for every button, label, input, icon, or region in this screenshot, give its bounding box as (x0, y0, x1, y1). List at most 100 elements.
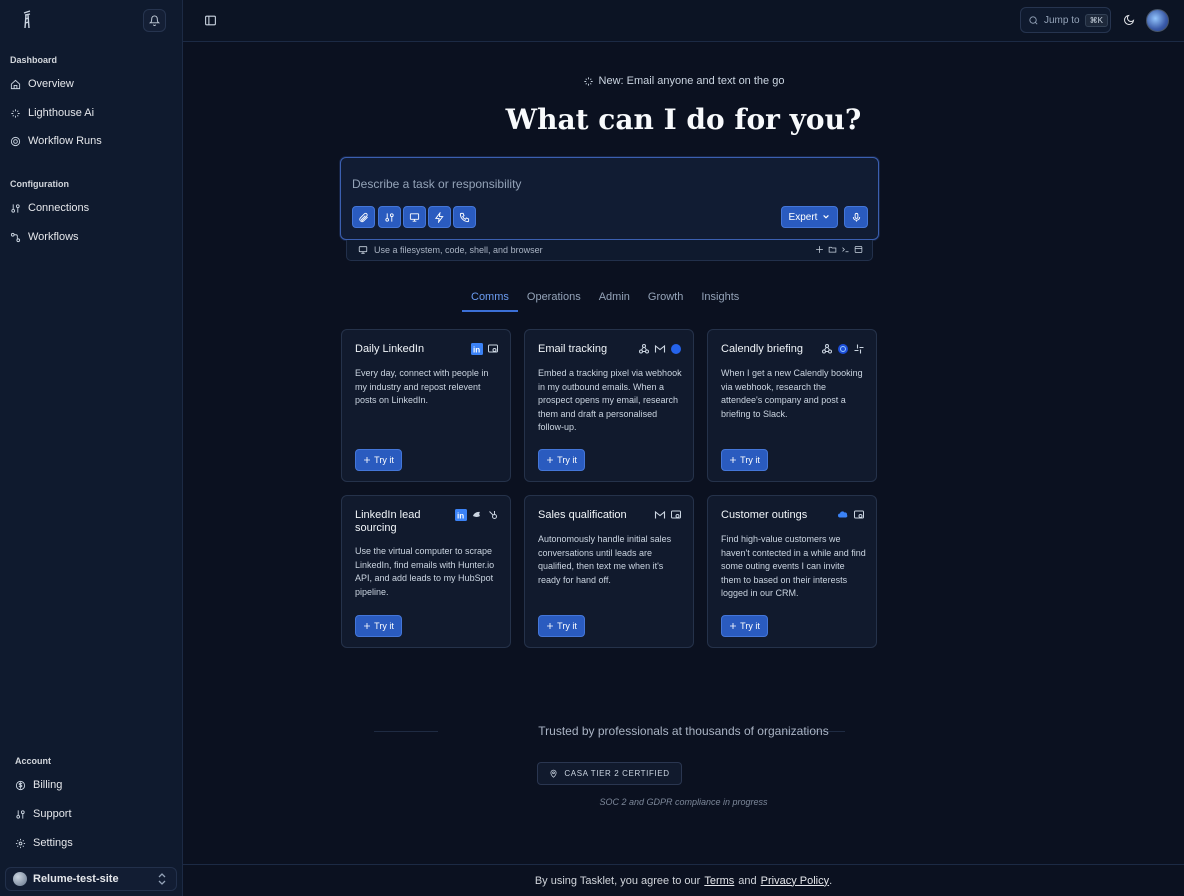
capability-bar[interactable]: Use a filesystem, code, shell, and brows… (346, 240, 873, 261)
section-label-configuration: Configuration (10, 179, 69, 189)
attach-button[interactable] (352, 206, 375, 228)
computer-icon (671, 510, 681, 519)
try-it-button[interactable]: Try it (355, 615, 402, 637)
sidebar-item-label: Workflow Runs (28, 135, 102, 147)
template-card[interactable]: Daily LinkedIn in Every day, connect wit… (341, 329, 511, 482)
card-description: Find high-value customers we haven't con… (721, 534, 866, 599)
page-title: What can I do for you? (505, 103, 862, 136)
linkedin-icon: in (471, 343, 483, 355)
sidebar-item-label: Overview (28, 78, 74, 90)
tab-admin[interactable]: Admin (590, 289, 639, 312)
jump-to-button[interactable]: Jump to ⌘K (1020, 7, 1111, 33)
card-title: LinkedIn lead sourcing (355, 509, 421, 534)
capability-text: Use a filesystem, code, shell, and brows… (374, 245, 543, 255)
triggers-button[interactable] (428, 206, 451, 228)
try-it-button[interactable]: Try it (721, 615, 768, 637)
try-it-button[interactable]: Try it (355, 449, 402, 471)
location-pin-icon (550, 769, 557, 778)
linkedin-icon: in (455, 509, 467, 521)
voice-input-button[interactable] (844, 206, 868, 228)
slack-icon (854, 344, 864, 354)
trusted-text: Trusted by professionals at thousands of… (538, 724, 829, 738)
sidebar-item-label: Billing (33, 779, 63, 791)
webhook-icon (639, 344, 649, 354)
sparkles-icon (11, 108, 20, 118)
computer-button[interactable] (403, 206, 426, 228)
microphone-icon (852, 212, 860, 222)
section-label-dashboard: Dashboard (10, 55, 58, 65)
tab-operations[interactable]: Operations (518, 289, 590, 312)
tab-growth[interactable]: Growth (639, 289, 692, 312)
sparkles-icon (730, 457, 737, 463)
card-title: Customer outings (721, 509, 808, 521)
card-description: Every day, connect with people in my ind… (355, 368, 489, 406)
phone-button[interactable] (453, 206, 476, 228)
sidebar-item-label: Support (33, 808, 72, 820)
tab-comms[interactable]: Comms (462, 289, 518, 312)
template-card[interactable]: LinkedIn lead sourcing in Use the virtua… (341, 495, 511, 648)
section-label-account: Account (15, 756, 51, 766)
notifications-button[interactable] (143, 9, 166, 32)
template-card[interactable]: Customer outings Find high-value custome… (707, 495, 877, 648)
template-card[interactable]: Sales qualification Autonomously handle … (524, 495, 694, 648)
sidebar-panel-icon (205, 15, 216, 26)
user-avatar[interactable] (1146, 9, 1169, 32)
sidebar-item-billing[interactable]: Billing (15, 774, 175, 796)
card-description: Embed a tracking pixel via webhook in my… (538, 368, 682, 433)
sidebar-item-overview[interactable]: Overview (10, 73, 170, 95)
calendly-icon (838, 344, 848, 354)
button-label: Try it (740, 455, 760, 465)
gear-icon (15, 838, 26, 848)
sidebar-item-workflow-runs[interactable]: Workflow Runs (10, 130, 170, 152)
try-it-button[interactable]: Try it (721, 449, 768, 471)
sidebar-item-workflows[interactable]: Workflows (10, 226, 170, 248)
hubspot-icon (489, 511, 497, 519)
sidebar-item-label: Workflows (28, 231, 79, 243)
button-label: Try it (374, 621, 394, 631)
footer-prefix: By using Tasklet, you agree to our (534, 874, 701, 887)
lighthouse-logo-icon[interactable] (16, 9, 38, 31)
template-card[interactable]: Calendly briefing When I get a new Calen… (707, 329, 877, 482)
svg-text:in: in (457, 512, 464, 521)
phone-icon (459, 212, 470, 222)
sidebar-item-support[interactable]: Support (15, 803, 175, 825)
sidebar-item-settings[interactable]: Settings (15, 832, 175, 854)
workflow-icon (10, 232, 21, 242)
announcement-banner[interactable]: New: Email anyone and text on the go (183, 75, 1184, 87)
footer: By using Tasklet, you agree to our Terms… (183, 864, 1184, 896)
terms-link[interactable]: Terms (704, 875, 734, 887)
task-composer: Expert (340, 157, 879, 240)
sparkles-icon (816, 246, 823, 253)
moon-icon (1124, 14, 1135, 25)
sidebar-item-label: Lighthouse Ai (28, 107, 95, 119)
paperclip-icon (359, 212, 368, 222)
mode-select[interactable]: Expert (781, 206, 838, 228)
salesforce-icon (838, 511, 848, 518)
card-title: Sales qualification (538, 509, 627, 521)
card-description: Use the virtual computer to scrape Linke… (355, 546, 495, 597)
integrations-button[interactable] (378, 206, 401, 228)
workspace-switcher[interactable]: Relume-test-site (5, 867, 177, 891)
task-input[interactable] (352, 177, 852, 191)
sparkles-icon (364, 623, 371, 629)
sidebar-item-lighthouse-ai[interactable]: Lighthouse Ai (10, 102, 170, 124)
sidebar-toggle-button[interactable] (204, 14, 217, 27)
tab-insights[interactable]: Insights (692, 289, 748, 312)
card-description: Autonomously handle initial sales conver… (538, 534, 672, 585)
sidebar-item-connections[interactable]: Connections (10, 197, 170, 219)
support-icon (16, 809, 25, 819)
top-bar: Jump to ⌘K (183, 0, 1184, 42)
try-it-button[interactable]: Try it (538, 449, 585, 471)
lightning-icon (434, 211, 444, 223)
sparkles-icon (547, 623, 554, 629)
sidebar: Dashboard Overview Lighthouse Ai Workflo… (0, 0, 183, 896)
jump-to-label: Jump to (1044, 14, 1080, 26)
template-card[interactable]: Email tracking Embed a tracking pixel vi… (524, 329, 694, 482)
privacy-policy-link[interactable]: Privacy Policy (761, 875, 829, 887)
sidebar-item-label: Connections (28, 202, 90, 214)
theme-toggle-button[interactable] (1123, 14, 1135, 26)
try-it-button[interactable]: Try it (538, 615, 585, 637)
sparkles-icon (583, 76, 593, 86)
computer-icon (488, 344, 498, 353)
certification-text: CASA TIER 2 CERTIFIED (564, 769, 670, 778)
